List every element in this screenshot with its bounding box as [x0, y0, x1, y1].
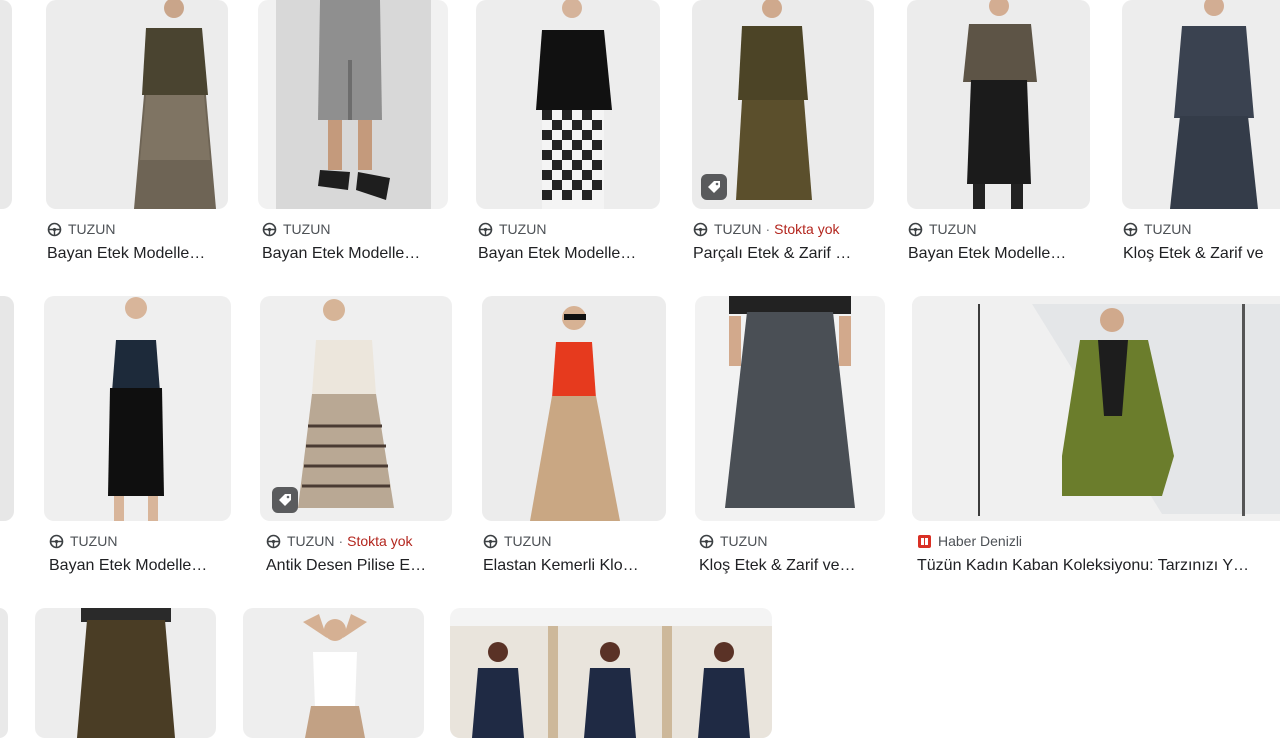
- result-image[interactable]: [695, 296, 885, 521]
- result-source[interactable]: TUZUN: [1123, 221, 1191, 237]
- wheel-logo-icon: [699, 534, 714, 549]
- separator-dot: ·: [765, 221, 771, 237]
- product-photo: [912, 296, 1280, 521]
- wheel-logo-icon: [483, 534, 498, 549]
- result-image-partial[interactable]: [0, 0, 12, 209]
- result-image[interactable]: [46, 0, 228, 209]
- result-image[interactable]: [482, 296, 666, 521]
- result-title[interactable]: Parçalı Etek & Zarif …: [693, 245, 875, 263]
- result-source[interactable]: TUZUN: [699, 533, 767, 549]
- haber-denizli-logo-icon: [917, 534, 932, 549]
- price-tag-icon: [272, 487, 298, 513]
- result-image[interactable]: [476, 0, 660, 209]
- stock-status: Stokta yok: [347, 533, 413, 549]
- result-image[interactable]: [258, 0, 448, 209]
- wheel-logo-icon: [478, 222, 493, 237]
- product-photo: [108, 297, 164, 521]
- result-source[interactable]: TUZUN: [478, 221, 546, 237]
- result-source[interactable]: TUZUN: [47, 221, 115, 237]
- result-title[interactable]: Bayan Etek Modelle…: [262, 245, 448, 263]
- result-source[interactable]: TUZUN: [483, 533, 551, 549]
- wheel-logo-icon: [262, 222, 277, 237]
- result-title[interactable]: Bayan Etek Modelle…: [47, 245, 229, 263]
- product-photo: [134, 0, 216, 209]
- result-image-partial[interactable]: [0, 296, 14, 521]
- product-photo: [276, 0, 431, 209]
- result-image[interactable]: [450, 608, 772, 738]
- stock-status: Stokta yok: [774, 221, 840, 237]
- result-image[interactable]: [692, 0, 874, 209]
- result-source[interactable]: TUZUN · Stokta yok: [266, 533, 412, 549]
- product-photo: [725, 296, 855, 508]
- result-image[interactable]: [912, 296, 1280, 521]
- result-title[interactable]: Kloş Etek & Zarif ve…: [699, 557, 881, 575]
- wheel-logo-icon: [266, 534, 281, 549]
- product-photo: [963, 0, 1037, 209]
- result-image[interactable]: [44, 296, 231, 521]
- result-source[interactable]: TUZUN: [262, 221, 330, 237]
- result-title[interactable]: Bayan Etek Modelle…: [908, 245, 1090, 263]
- result-image[interactable]: [260, 296, 452, 521]
- wheel-logo-icon: [49, 534, 64, 549]
- wheel-logo-icon: [47, 222, 62, 237]
- wheel-logo-icon: [1123, 222, 1138, 237]
- result-source[interactable]: Haber Denizli: [917, 533, 1022, 549]
- source-name: TUZUN: [504, 533, 552, 549]
- separator-dot: ·: [338, 533, 344, 549]
- source-name: TUZUN: [287, 533, 335, 549]
- result-source[interactable]: TUZUN · Stokta yok: [693, 221, 839, 237]
- product-photo: [530, 306, 620, 521]
- result-image-partial[interactable]: [0, 608, 8, 738]
- product-photo: [536, 0, 612, 209]
- result-title[interactable]: Tüzün Kadın Kaban Koleksiyonu: Tarzınızı…: [917, 557, 1280, 575]
- product-photo: [303, 614, 367, 738]
- source-name: TUZUN: [283, 221, 331, 237]
- source-name: TUZUN: [1144, 221, 1192, 237]
- result-title[interactable]: Antik Desen Pilise E…: [266, 557, 448, 575]
- wheel-logo-icon: [693, 222, 708, 237]
- source-name: TUZUN: [70, 533, 118, 549]
- source-name: Haber Denizli: [938, 533, 1023, 549]
- result-image[interactable]: [907, 0, 1090, 209]
- result-title[interactable]: Bayan Etek Modelle…: [478, 245, 660, 263]
- product-photo: [77, 608, 175, 738]
- result-image[interactable]: [35, 608, 216, 738]
- product-photo: [450, 626, 772, 738]
- wheel-logo-icon: [908, 222, 923, 237]
- source-name: TUZUN: [929, 221, 977, 237]
- product-photo: [1170, 0, 1258, 209]
- result-title[interactable]: Bayan Etek Modelle…: [49, 557, 231, 575]
- source-name: TUZUN: [720, 533, 768, 549]
- result-title[interactable]: Kloş Etek & Zarif ve: [1123, 245, 1280, 263]
- result-title[interactable]: Elastan Kemerli Klo…: [483, 557, 665, 575]
- result-image[interactable]: [243, 608, 424, 738]
- result-source[interactable]: TUZUN: [49, 533, 117, 549]
- source-name: TUZUN: [714, 221, 762, 237]
- source-name: TUZUN: [68, 221, 116, 237]
- result-image[interactable]: [1122, 0, 1280, 209]
- result-source[interactable]: TUZUN: [908, 221, 976, 237]
- price-tag-icon: [701, 174, 727, 200]
- source-name: TUZUN: [499, 221, 547, 237]
